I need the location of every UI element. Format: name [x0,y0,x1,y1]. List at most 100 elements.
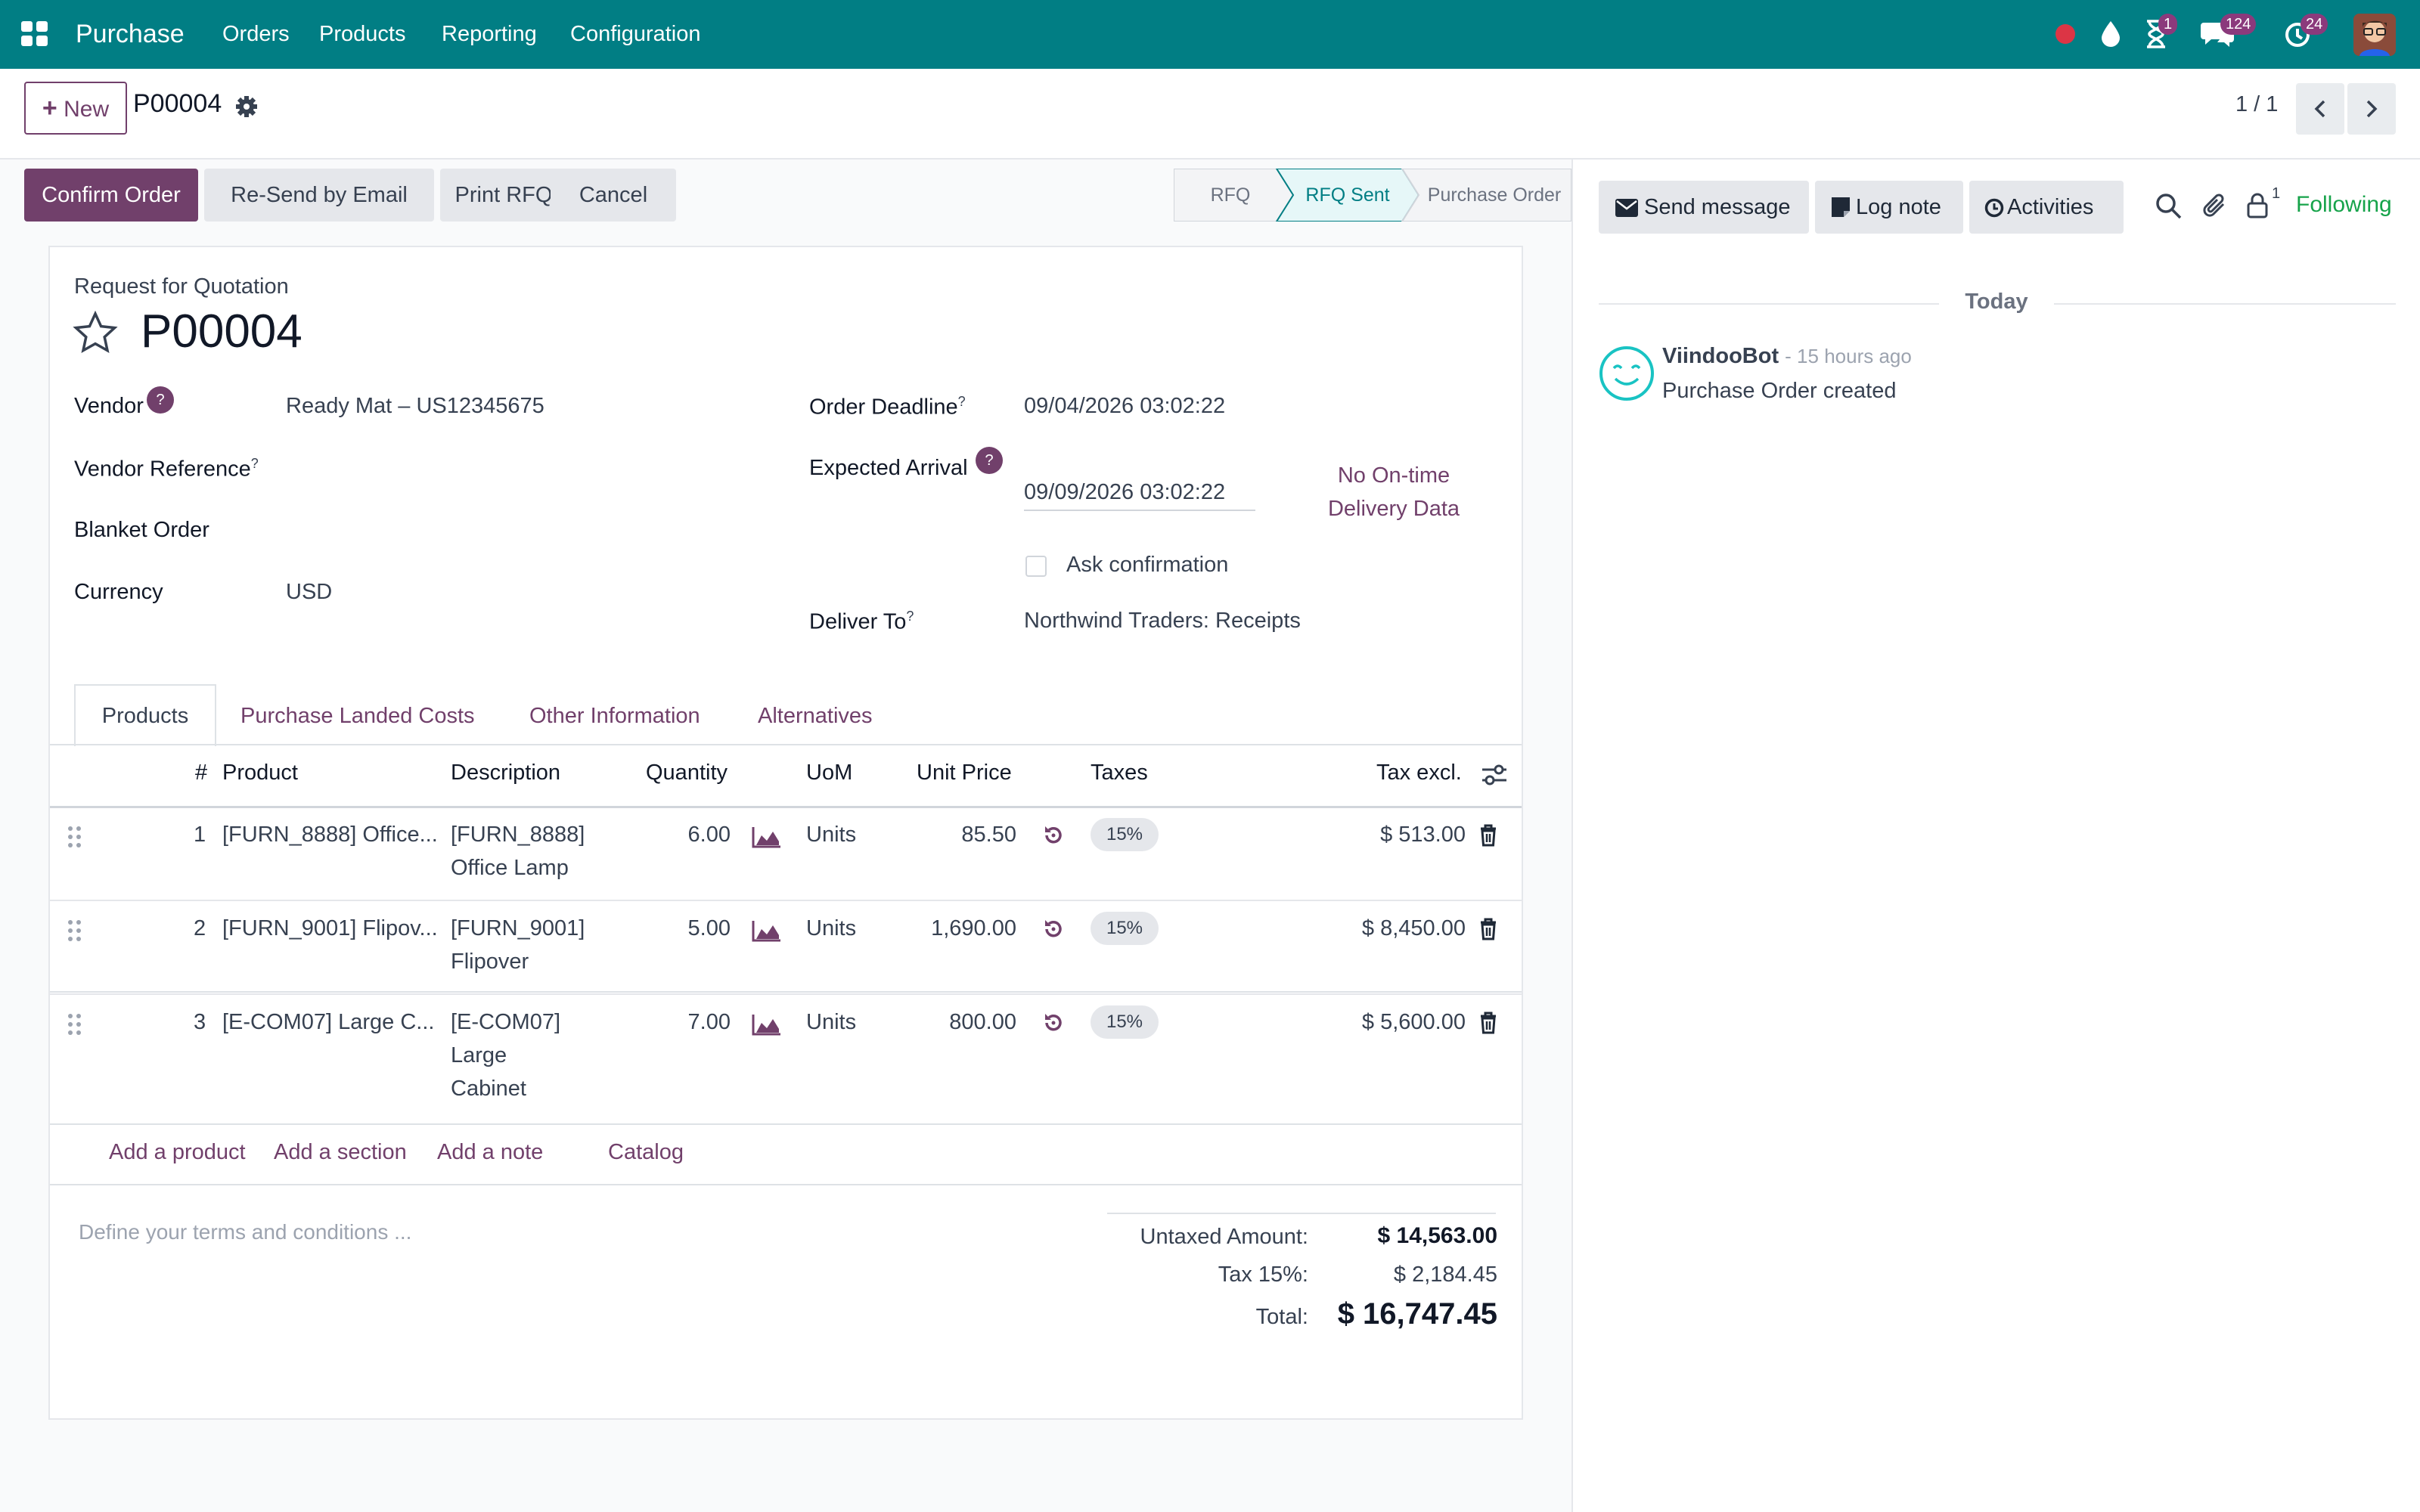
order-deadline-field[interactable]: 09/04/2026 03:02:22 [1024,394,1225,419]
paperclip-icon[interactable] [2202,191,2228,220]
col-quantity[interactable]: Quantity [646,761,728,785]
send-message-button[interactable]: Send message [1599,181,1809,234]
line-description[interactable]: [E-COM07] [451,1005,560,1040]
star-icon[interactable] [73,311,118,355]
stage-purchase-order[interactable]: Purchase Order [1419,169,1570,222]
activities-button[interactable]: Activities [1969,181,2124,234]
reset-price-icon[interactable] [1042,824,1065,847]
add-note-link[interactable]: Add a note [437,1140,543,1165]
tab-alternatives[interactable]: Alternatives [758,686,873,746]
tax-tag[interactable]: 15% [1091,1005,1159,1039]
note-icon [1832,197,1850,217]
line-quantity[interactable]: 5.00 [650,912,731,946]
line-uom[interactable]: Units [806,1005,856,1040]
arrival-help-icon[interactable]: ? [976,447,1003,474]
tax-value: $ 2,184.45 [1393,1263,1497,1287]
tax-tag[interactable]: 15% [1091,818,1159,851]
line-product[interactable]: [E-COM07] Large C... [222,1005,434,1040]
currency-field[interactable]: USD [286,580,332,605]
tab-other-information[interactable]: Other Information [529,686,700,746]
line-description[interactable]: [FURN_9001] [451,912,585,946]
drag-handle-icon[interactable] [67,919,83,942]
menu-reporting[interactable]: Reporting [442,0,537,69]
following-button[interactable]: Following [2296,192,2392,218]
new-button[interactable]: + New [24,82,127,135]
line-unit-price[interactable]: 1,690.00 [892,912,1016,946]
vendor-help-icon[interactable]: ? [147,386,174,414]
trash-icon[interactable] [1479,918,1497,940]
menu-orders[interactable]: Orders [222,0,290,69]
trash-icon[interactable] [1479,1012,1497,1034]
followers-count: 1 [2272,185,2281,202]
tax-tag[interactable]: 15% [1091,912,1159,945]
log-note-label: Log note [1856,195,1941,219]
add-section-link[interactable]: Add a section [274,1140,407,1165]
search-icon[interactable] [2155,193,2183,220]
forecast-chart-icon[interactable] [752,1013,782,1036]
forecast-chart-icon[interactable] [752,919,782,942]
apps-grid-icon[interactable] [21,21,48,47]
line-uom[interactable]: Units [806,818,856,852]
col-taxes[interactable]: Taxes [1091,761,1148,785]
add-product-link[interactable]: Add a product [109,1140,246,1165]
ask-confirmation-checkbox[interactable] [1025,556,1047,577]
envelope-icon [1615,199,1638,217]
drag-handle-icon[interactable] [67,1013,83,1036]
vendor-reference-label: Vendor Reference? [74,456,259,482]
line-quantity[interactable]: 7.00 [650,1005,731,1040]
ontime-line-1[interactable]: No On-time [1314,463,1473,488]
col-product[interactable]: Product [222,761,298,785]
trash-icon[interactable] [1479,824,1497,847]
drag-handle-icon[interactable] [67,826,83,848]
line-uom[interactable]: Units [806,912,856,946]
app-name[interactable]: Purchase [76,0,185,69]
expected-arrival-field[interactable]: 09/09/2026 03:02:22 [1024,480,1255,511]
menu-products[interactable]: Products [319,0,405,69]
confirm-order-button[interactable]: Confirm Order [24,169,198,222]
ontime-line-2[interactable]: Delivery Data [1314,497,1473,522]
col-unit-price[interactable]: Unit Price [917,761,1012,785]
gear-icon[interactable] [234,94,259,119]
line-quantity[interactable]: 6.00 [650,818,731,852]
terms-input[interactable]: Define your terms and conditions ... [79,1220,411,1244]
form-statusbar: Confirm Order Re-Send by Email Print RFQ… [23,169,1571,222]
reset-price-icon[interactable] [1042,1012,1065,1034]
line-product[interactable]: [FURN_8888] Office... [222,818,438,852]
col-description[interactable]: Description [451,761,560,785]
line-description[interactable]: Office Lamp [451,851,569,885]
line-description[interactable]: Cabinet [451,1072,526,1106]
forecast-chart-icon[interactable] [752,826,782,848]
avatar[interactable] [2353,14,2396,56]
top-navbar: Purchase Orders Products Reporting Confi… [0,0,2420,69]
lock-icon[interactable] [2246,193,2269,218]
line-unit-price[interactable]: 85.50 [892,818,1016,852]
column-settings-icon[interactable] [1481,764,1508,786]
drop-icon[interactable] [2099,20,2122,47]
cancel-button[interactable]: Cancel [551,169,676,222]
stage-rfq-sent[interactable]: RFQ Sent [1287,169,1408,222]
message-author: ViindooBot - 15 hours ago [1662,344,1912,368]
line-description[interactable]: Flipover [451,945,529,979]
row-divider [50,993,1522,995]
line-description[interactable]: [FURN_8888] [451,818,585,852]
deliver-to-field[interactable]: Northwind Traders: Receipts [1024,609,1301,634]
menu-configuration[interactable]: Configuration [570,0,701,69]
catalog-link[interactable]: Catalog [608,1140,684,1165]
status-dot-icon[interactable] [2055,24,2075,44]
log-note-button[interactable]: Log note [1815,181,1963,234]
tab-landed-costs[interactable]: Purchase Landed Costs [240,686,475,746]
pager-next-button[interactable] [2347,83,2396,135]
col-uom[interactable]: UoM [806,761,852,785]
print-rfq-button[interactable]: Print RFQ [440,169,567,222]
pager-value[interactable]: 1 / 1 [2235,92,2278,117]
line-product[interactable]: [FURN_9001] Flipov... [222,912,438,946]
pager-previous-button[interactable] [2296,83,2344,135]
reset-price-icon[interactable] [1042,918,1065,940]
resend-email-button[interactable]: Re-Send by Email [204,169,434,222]
col-tax-excl[interactable]: Tax excl. [1376,761,1462,785]
line-description[interactable]: Large [451,1039,507,1073]
stage-rfq[interactable]: RFQ [1174,169,1287,222]
line-unit-price[interactable]: 800.00 [892,1005,1016,1040]
tab-products[interactable]: Products [74,686,216,746]
vendor-field[interactable]: Ready Mat – US12345675 [286,394,544,419]
